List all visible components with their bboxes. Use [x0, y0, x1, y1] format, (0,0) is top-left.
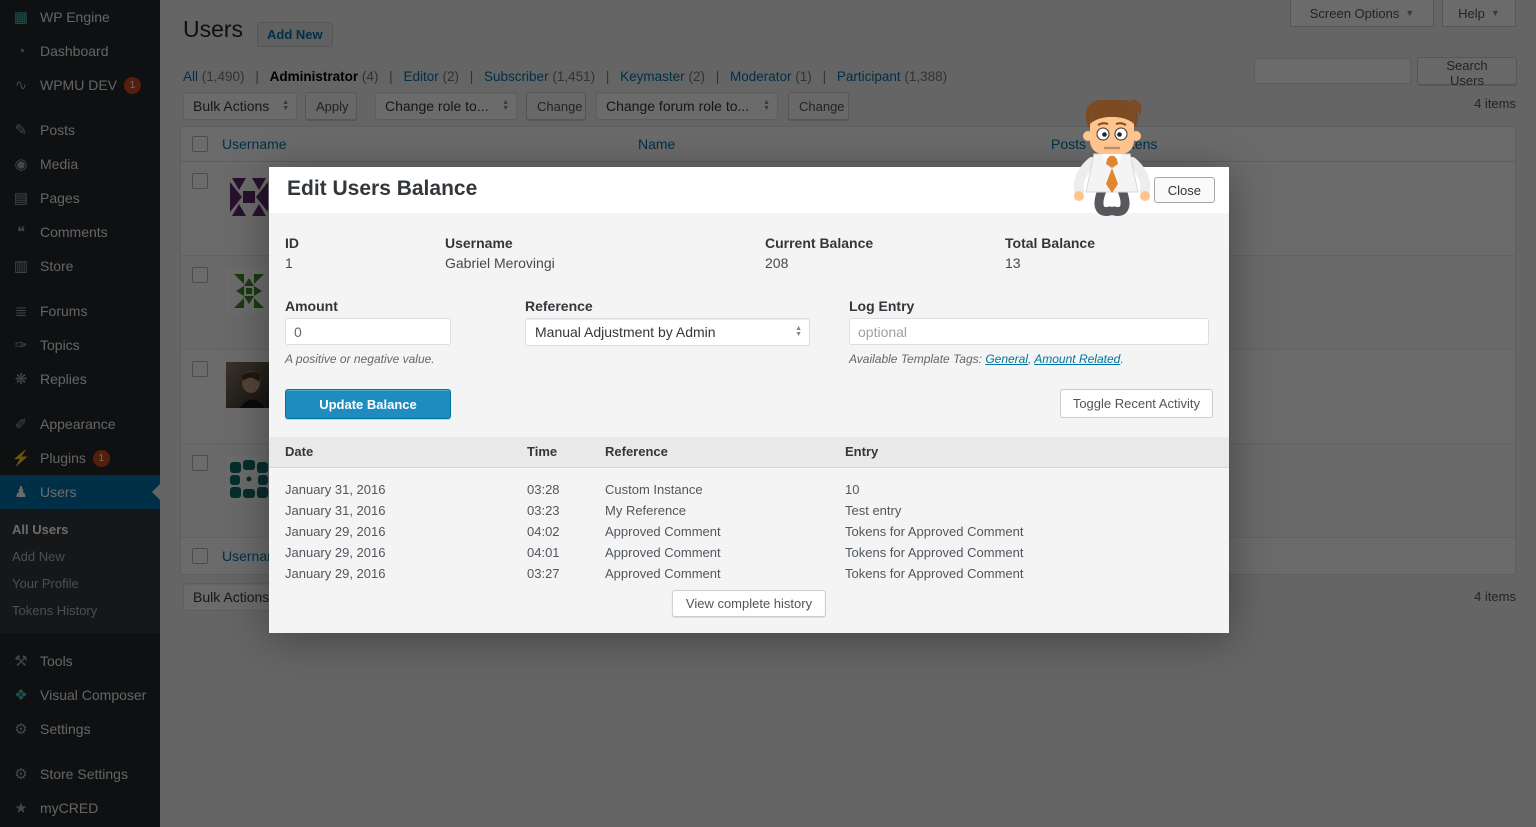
log-entry-input[interactable] [849, 318, 1209, 345]
view-complete-history-button[interactable]: View complete history [672, 590, 826, 617]
username-label: Username [445, 235, 513, 251]
amount-related-tags-link[interactable]: Amount Related [1034, 352, 1120, 366]
amount-help-text: A positive or negative value. [285, 352, 435, 366]
template-tags-help: Available Template Tags: General, Amount… [849, 352, 1124, 366]
history-column-reference: Reference [605, 444, 668, 459]
amount-label: Amount [285, 298, 338, 314]
history-column-entry: Entry [845, 444, 878, 459]
current-balance-label: Current Balance [765, 235, 873, 251]
history-column-time: Time [527, 444, 557, 459]
history-row: January 31, 201603:23My ReferenceTest en… [269, 500, 1229, 521]
history-header-row: Date Time Reference Entry [269, 437, 1229, 468]
general-tags-link[interactable]: General [985, 352, 1028, 366]
history-row: January 29, 201604:02Approved CommentTok… [269, 521, 1229, 542]
reference-value: Manual Adjustment by Admin [535, 324, 716, 340]
log-entry-label: Log Entry [849, 298, 914, 314]
history-row: January 29, 201603:27Approved CommentTok… [269, 563, 1229, 584]
total-balance-value: 13 [1005, 255, 1021, 271]
current-balance-value: 208 [765, 255, 788, 271]
mascot-character [1074, 96, 1150, 218]
username-value: Gabriel Merovingi [445, 255, 555, 271]
id-value: 1 [285, 255, 293, 271]
id-label: ID [285, 235, 299, 251]
history-row: January 31, 201603:28Custom Instance10 [269, 479, 1229, 500]
history-row: January 29, 201604:01Approved CommentTok… [269, 542, 1229, 563]
modal-title: Edit Users Balance [287, 177, 477, 201]
close-button[interactable]: Close [1154, 177, 1215, 203]
total-balance-label: Total Balance [1005, 235, 1095, 251]
select-arrows-icon: ▲▼ [795, 326, 802, 338]
update-balance-button[interactable]: Update Balance [285, 389, 451, 419]
toggle-recent-activity-button[interactable]: Toggle Recent Activity [1060, 389, 1213, 418]
history-column-date: Date [285, 444, 313, 459]
edit-users-balance-modal: Edit Users Balance Close ID 1 Username G… [269, 167, 1229, 633]
amount-input[interactable] [285, 318, 451, 345]
reference-select[interactable]: Manual Adjustment by Admin ▲▼ [525, 318, 810, 346]
reference-label: Reference [525, 298, 593, 314]
